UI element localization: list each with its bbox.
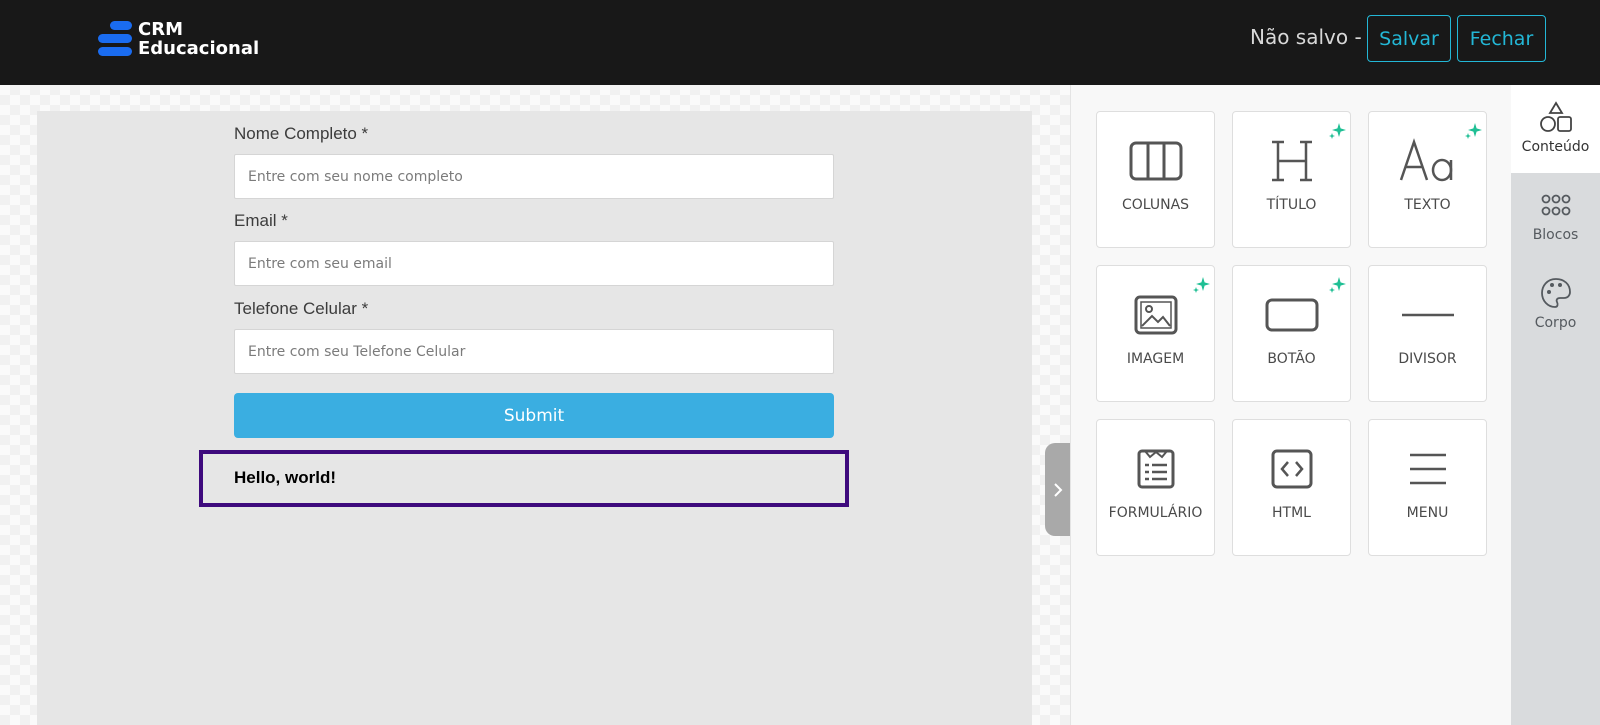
logo: CRM Educacional bbox=[98, 20, 259, 58]
tool-divider[interactable]: DIVISOR bbox=[1368, 265, 1487, 402]
tool-heading[interactable]: TÍTULO bbox=[1232, 111, 1351, 248]
code-icon bbox=[1271, 449, 1312, 489]
shapes-icon bbox=[1539, 101, 1572, 132]
selected-text-block[interactable]: Hello, world! bbox=[199, 450, 849, 507]
image-icon bbox=[1134, 295, 1177, 335]
editor-canvas[interactable]: Nome Completo * Email * Telefone Celular… bbox=[0, 85, 1070, 725]
tool-button[interactable]: BOTÃO bbox=[1232, 265, 1351, 402]
tool-text[interactable]: TEXTO bbox=[1368, 111, 1487, 248]
logo-mark-icon bbox=[98, 21, 134, 57]
tool-html[interactable]: HTML bbox=[1232, 419, 1351, 556]
grid-icon bbox=[1541, 194, 1570, 216]
tool-label: BOTÃO bbox=[1267, 351, 1316, 367]
tab-label: Conteúdo bbox=[1521, 139, 1590, 155]
save-button[interactable]: Salvar bbox=[1367, 15, 1451, 62]
logo-line-1: CRM bbox=[138, 19, 183, 40]
heading-icon bbox=[1271, 140, 1312, 182]
text-icon bbox=[1399, 138, 1452, 182]
tool-label: COLUNAS bbox=[1121, 197, 1190, 213]
name-input[interactable] bbox=[234, 154, 834, 199]
form-icon bbox=[1137, 449, 1174, 489]
text-block-content: Hello, world! bbox=[234, 468, 336, 487]
save-status: Não salvo - bbox=[1250, 25, 1362, 49]
side-tabs: Conteúdo Blocos Corpo bbox=[1511, 85, 1600, 725]
button-icon bbox=[1265, 298, 1318, 332]
field-label-phone: Telefone Celular * bbox=[234, 299, 369, 318]
tool-label: HTML bbox=[1272, 505, 1311, 521]
tool-form[interactable]: FORMULÁRIO bbox=[1096, 419, 1215, 556]
tab-blocks[interactable]: Blocos bbox=[1511, 173, 1600, 261]
tab-label: Blocos bbox=[1532, 227, 1579, 243]
palette-icon bbox=[1540, 278, 1571, 308]
phone-input[interactable] bbox=[234, 329, 834, 374]
tool-label: DIVISOR bbox=[1398, 351, 1457, 367]
field-label-name: Nome Completo * bbox=[234, 124, 369, 143]
content-panel: COLUNAS TÍTULO TEXTO IMAGEM BOTÃO DIVISO… bbox=[1070, 85, 1511, 725]
logo-line-2: Educacional bbox=[138, 38, 260, 59]
tool-image[interactable]: IMAGEM bbox=[1096, 265, 1215, 402]
menu-icon bbox=[1409, 453, 1446, 485]
tool-menu[interactable]: MENU bbox=[1368, 419, 1487, 556]
submit-button[interactable]: Submit bbox=[234, 393, 834, 438]
close-button[interactable]: Fechar bbox=[1457, 15, 1546, 62]
tool-columns[interactable]: COLUNAS bbox=[1096, 111, 1215, 248]
tool-label: FORMULÁRIO bbox=[1108, 505, 1203, 521]
chevron-right-icon bbox=[1053, 482, 1062, 497]
divider-icon bbox=[1401, 313, 1454, 317]
tab-label: Corpo bbox=[1534, 315, 1577, 331]
email-input[interactable] bbox=[234, 241, 834, 286]
tool-label: IMAGEM bbox=[1126, 351, 1185, 367]
tool-label: TÍTULO bbox=[1266, 197, 1317, 213]
tab-content[interactable]: Conteúdo bbox=[1511, 85, 1600, 173]
page-body[interactable]: Nome Completo * Email * Telefone Celular… bbox=[37, 111, 1032, 725]
columns-icon bbox=[1129, 141, 1182, 181]
tool-label: TEXTO bbox=[1404, 197, 1451, 213]
tab-body[interactable]: Corpo bbox=[1511, 261, 1600, 349]
collapse-panel-button[interactable] bbox=[1045, 443, 1070, 536]
field-label-email: Email * bbox=[234, 211, 288, 230]
top-bar: CRM Educacional Não salvo - Salvar Fecha… bbox=[0, 0, 1600, 85]
tool-label: MENU bbox=[1406, 505, 1449, 521]
